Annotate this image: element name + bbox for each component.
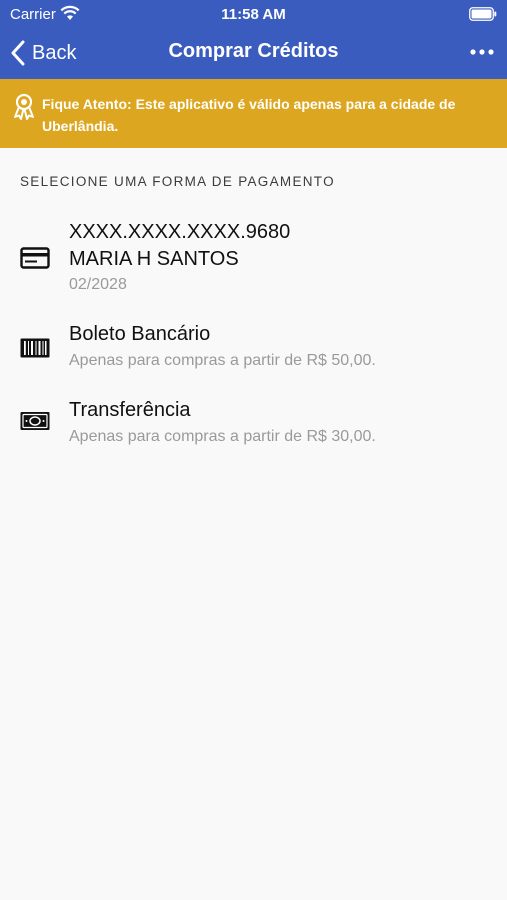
transfer-title: Transferência [69,399,191,421]
card-number: XXXX.XXXX.XXXX.9680 [69,221,291,243]
payment-section-title: SELECIONE UMA FORMA DE PAGAMENTO [20,174,335,189]
award-ribbon-icon [14,93,34,120]
card-expiry: 02/2028 [69,276,127,293]
warning-text: Fique Atento: Este aplicativo é válido a… [42,96,456,134]
barcode-icon [20,338,50,358]
payment-option-transfer[interactable]: Transferência Apenas para compras a part… [0,394,507,454]
payment-option-card[interactable]: XXXX.XXXX.XXXX.9680 MARIA H SANTOS 02/20… [0,214,507,300]
credit-card-icon [20,247,50,269]
boleto-subtitle: Apenas para compras a partir de R$ 50,00… [69,352,376,369]
page-title: Comprar Créditos [168,40,339,62]
app-header: Carrier 11:58 AM Back Comprar Créditos [0,0,507,79]
more-options-icon[interactable] [469,42,495,62]
transfer-subtitle: Apenas para compras a partir de R$ 30,00… [69,428,376,445]
status-time: 11:58 AM [221,6,286,23]
navigation-bar: Back Comprar Créditos [0,28,507,79]
payment-option-boleto[interactable]: Boleto Bancário Apenas para compras a pa… [0,318,507,378]
card-holder: MARIA H SANTOS [69,248,239,270]
cash-icon [20,412,50,430]
city-warning-banner: Fique Atento: Este aplicativo é válido a… [0,79,507,148]
boleto-title: Boleto Bancário [69,323,211,345]
status-bar: Carrier 11:58 AM [0,0,507,28]
battery-icon [469,7,497,21]
